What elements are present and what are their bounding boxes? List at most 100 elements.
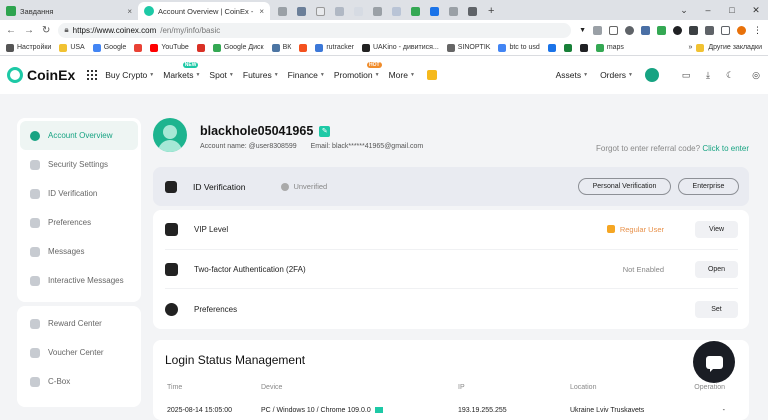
bookmark-item[interactable]	[563, 43, 572, 52]
two-factor-status: Not Enabled	[622, 264, 664, 274]
mini-tab[interactable]	[426, 5, 442, 17]
bookmark-item[interactable]	[134, 43, 143, 52]
bookmark-item[interactable]: USA	[59, 43, 85, 52]
bookmark-item[interactable]: Настройки	[6, 43, 51, 52]
star-icon[interactable]	[609, 25, 618, 35]
puzzle-icon[interactable]	[705, 25, 714, 35]
profile-icon[interactable]	[737, 25, 746, 35]
mini-tab[interactable]	[407, 5, 423, 17]
extension-icon[interactable]	[673, 25, 682, 35]
bookmark-item[interactable]: YouTube	[150, 43, 189, 52]
avatar	[153, 118, 187, 152]
sidebar-item[interactable]: Security Settings	[20, 150, 138, 179]
gift-icon[interactable]	[426, 70, 437, 80]
set-button[interactable]: Set	[695, 300, 738, 318]
sidebar-icon[interactable]	[721, 25, 730, 35]
bookmark-item[interactable]	[299, 43, 308, 52]
nav-item[interactable]: Futures ▼	[243, 70, 279, 80]
enterprise-button[interactable]: Enterprise	[678, 178, 739, 195]
bookmarks-more-icon[interactable]: »	[688, 44, 692, 51]
nav-item[interactable]: Promotion ▼ HOT	[334, 62, 382, 80]
referral-link[interactable]: Click to enter	[702, 144, 749, 153]
bookmark-item[interactable]: UAKino - дивитися...	[361, 43, 439, 52]
sidebar-item[interactable]: Voucher Center	[20, 338, 138, 367]
nav-item[interactable]: Spot ▼	[209, 70, 233, 80]
assets-menu[interactable]: Assets ▼	[556, 70, 588, 80]
coinex-logo[interactable]: CoinEx	[7, 67, 75, 83]
bookmark-item[interactable]: maps	[595, 43, 624, 52]
close-window-icon[interactable]: ✕	[744, 5, 768, 16]
sidebar-item[interactable]: Reward Center	[20, 309, 138, 338]
sidebar-item[interactable]: C-Box	[20, 367, 138, 396]
other-bookmarks[interactable]: » Другие закладки	[688, 43, 762, 52]
orders-menu[interactable]: Orders ▼	[600, 70, 633, 80]
minimize-icon[interactable]: –	[696, 5, 720, 15]
mini-tab[interactable]	[464, 5, 480, 17]
extension-icon[interactable]	[689, 25, 698, 35]
browser-tab-coinex[interactable]: Account Overview | CoinEx - The G ×	[138, 2, 270, 20]
mini-tab[interactable]	[388, 5, 404, 17]
browser-tab-zavdannia[interactable]: Завдання ×	[0, 2, 138, 20]
globe-icon[interactable]	[625, 25, 634, 35]
chat-support-button[interactable]	[693, 341, 735, 383]
bookmark-item[interactable]	[196, 43, 205, 52]
share-icon[interactable]	[593, 25, 602, 35]
bookmark-item[interactable]: btc to usd	[498, 43, 540, 52]
forward-icon[interactable]: →	[24, 25, 34, 36]
account-name-value: @user8308599	[248, 143, 297, 150]
nav-item[interactable]: Markets ▼ NEW	[163, 62, 200, 80]
close-tab-icon[interactable]: ×	[259, 7, 264, 16]
open-button[interactable]: Open	[695, 260, 738, 278]
mini-tab[interactable]	[369, 5, 385, 17]
moon-icon[interactable]: ☾	[725, 70, 735, 80]
apps-grid-icon[interactable]	[87, 70, 98, 80]
back-icon[interactable]: ←	[6, 25, 16, 36]
bookmark-label: maps	[606, 44, 624, 51]
view-button[interactable]: View	[695, 220, 738, 238]
maximize-icon[interactable]: □	[720, 5, 744, 15]
reload-icon[interactable]: ↻	[42, 25, 50, 36]
close-tab-icon[interactable]: ×	[127, 7, 132, 16]
extension-icons: ▼ ⋮	[579, 25, 762, 36]
message-icon[interactable]: ▭	[681, 70, 691, 80]
dropdown-icon[interactable]: ▼	[579, 27, 586, 34]
nav-item-label: Buy Crypto	[105, 70, 148, 80]
nav-item[interactable]: More ▼	[389, 70, 415, 80]
sidebar-item[interactable]: ID Verification	[20, 179, 138, 208]
sidebar-item[interactable]: Preferences	[20, 208, 138, 237]
bookmark-item[interactable]: ВК	[271, 43, 291, 52]
mini-tab[interactable]	[293, 5, 309, 17]
globe-language-icon[interactable]: ◎	[751, 70, 761, 80]
bookmark-item[interactable]	[579, 43, 588, 52]
edit-icon[interactable]: ✎	[319, 125, 331, 137]
nav-item[interactable]: Finance ▼	[288, 70, 325, 80]
mini-tab[interactable]	[331, 5, 347, 17]
mini-tab[interactable]	[274, 5, 290, 17]
bookmark-item[interactable]	[547, 43, 556, 52]
rewards-sidebar: Reward Center Voucher Center C-Box	[17, 306, 141, 407]
mini-tab[interactable]	[312, 5, 328, 17]
tab-search-icon[interactable]: ⌄	[672, 5, 696, 16]
mini-tab[interactable]	[445, 5, 461, 17]
url-field[interactable]: 🔒︎ https://www.coinex.com/en/my/info/bas…	[58, 22, 572, 38]
bookmark-item[interactable]: Google	[92, 43, 126, 52]
nav-item[interactable]: Buy Crypto ▼	[105, 70, 154, 80]
extension-icon[interactable]	[657, 25, 666, 35]
sidebar-item[interactable]: Messages	[20, 237, 138, 266]
sidebar-item-label: Interactive Messages	[48, 276, 124, 285]
sidebar-item[interactable]: Account Overview	[20, 121, 138, 150]
vip-status-text: Regular User	[619, 224, 664, 234]
avatar[interactable]	[645, 68, 659, 82]
sidebar-item-icon	[30, 217, 40, 228]
sidebar-item[interactable]: Interactive Messages	[20, 266, 138, 295]
bookmark-item[interactable]: SINOPTIK	[446, 43, 490, 52]
new-tab-icon[interactable]: +	[488, 2, 494, 20]
bookmark-item[interactable]: rutracker	[315, 43, 354, 52]
bookmark-item[interactable]: Google Диск	[212, 43, 264, 52]
mini-tab[interactable]	[350, 5, 366, 17]
menu-icon[interactable]: ⋮	[753, 25, 762, 36]
personal-verification-button[interactable]: Personal Verification	[578, 178, 671, 195]
bookmark-icon	[59, 43, 68, 52]
download-icon[interactable]: ⤓	[703, 70, 713, 80]
extension-icon[interactable]	[641, 25, 650, 35]
